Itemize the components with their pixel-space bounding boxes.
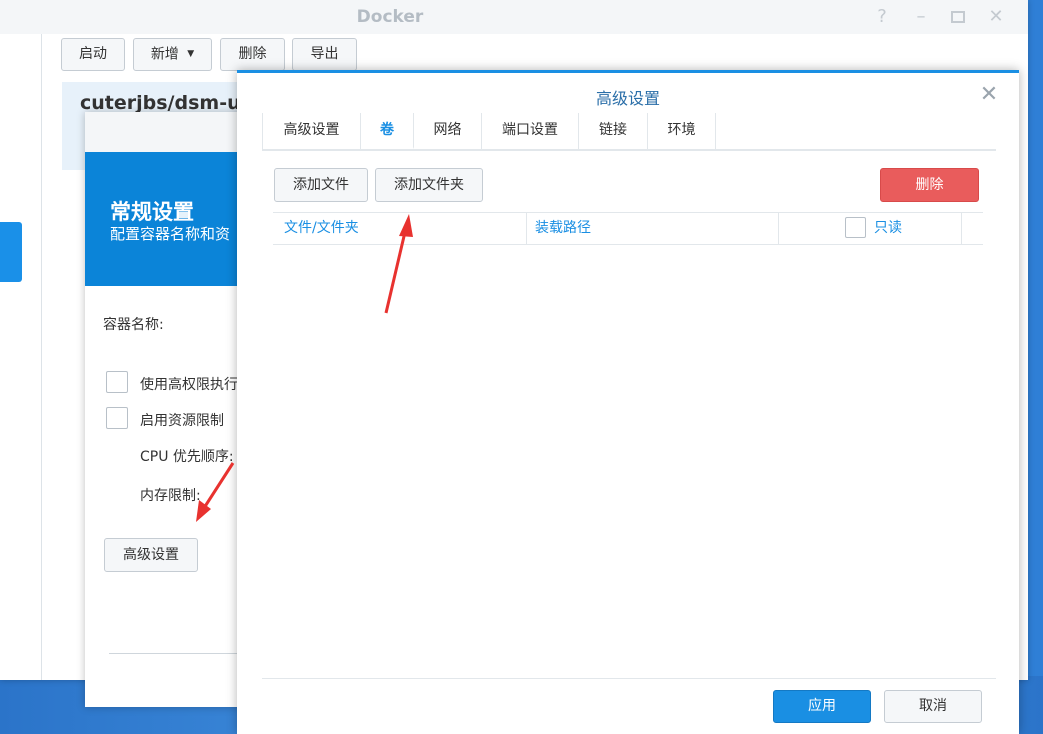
start-button[interactable]: 启动 [61, 38, 125, 71]
tab-links[interactable]: 链接 [579, 113, 648, 149]
volume-table-header: 文件/文件夹 装载路径 只读 [273, 212, 983, 245]
divider [109, 653, 245, 654]
advanced-settings-dialog: 高级设置 ✕ 高级设置 卷 网络 端口设置 链接 环境 添加文件 添加文件夹 删… [237, 70, 1019, 734]
container-name: cuterjbs/dsm-u [80, 92, 241, 114]
memory-limit-label: 内存限制: [140, 488, 201, 504]
dialog-header [85, 112, 245, 152]
delete-volume-button[interactable]: 删除 [880, 168, 979, 202]
banner-subtitle: 配置容器名称和资 [110, 225, 231, 243]
container-name-label: 容器名称: [103, 317, 164, 333]
help-icon[interactable]: ? [871, 6, 893, 28]
advanced-settings-button[interactable]: 高级设置 [104, 538, 198, 572]
left-panel [0, 34, 42, 680]
footer-divider [262, 678, 996, 679]
readonly-all-checkbox[interactable] [845, 217, 866, 238]
resource-limit-label: 启用资源限制 [140, 413, 224, 429]
minimize-icon[interactable]: – [910, 6, 932, 28]
tab-bar: 高级设置 卷 网络 端口设置 链接 环境 [262, 113, 996, 151]
tab-network[interactable]: 网络 [414, 113, 482, 149]
maximize-icon[interactable] [947, 6, 969, 28]
add-button[interactable]: 新增 ▼ [133, 38, 212, 71]
caret-down-icon: ▼ [187, 49, 195, 59]
add-button-label: 新增 [150, 46, 179, 63]
general-settings-dialog: 常规设置 配置容器名称和资 容器名称: 使用高权限执行 启用资源限制 CPU 优… [85, 112, 245, 707]
apply-button[interactable]: 应用 [773, 690, 871, 723]
tab-port-settings[interactable]: 端口设置 [482, 113, 579, 149]
close-icon[interactable]: ✕ [985, 6, 1007, 28]
column-header-mount-path[interactable]: 装载路径 [527, 213, 779, 244]
cancel-button[interactable]: 取消 [884, 690, 982, 723]
docker-titlebar: Docker ? – ✕ [0, 0, 1028, 34]
sidebar-active-tab[interactable] [0, 222, 22, 282]
resource-limit-checkbox[interactable] [106, 407, 128, 429]
tab-volume[interactable]: 卷 [361, 113, 414, 149]
tab-advanced[interactable]: 高级设置 [262, 113, 361, 149]
dialog-title: 高级设置 [595, 89, 660, 108]
add-folder-button[interactable]: 添加文件夹 [375, 168, 483, 202]
add-file-button[interactable]: 添加文件 [274, 168, 368, 202]
delete-button[interactable]: 删除 [220, 38, 285, 71]
column-header-file-folder[interactable]: 文件/文件夹 [273, 213, 527, 244]
tab-environment[interactable]: 环境 [648, 113, 716, 149]
column-header-readonly-label: 只读 [874, 220, 902, 236]
privileged-label: 使用高权限执行 [140, 377, 238, 393]
close-icon[interactable]: ✕ [975, 81, 1003, 109]
banner-title: 常规设置 [110, 200, 194, 224]
cpu-priority-label: CPU 优先顺序: [140, 449, 234, 465]
window-title: Docker [356, 7, 424, 27]
export-button[interactable]: 导出 [292, 38, 357, 71]
privileged-checkbox[interactable] [106, 371, 128, 393]
